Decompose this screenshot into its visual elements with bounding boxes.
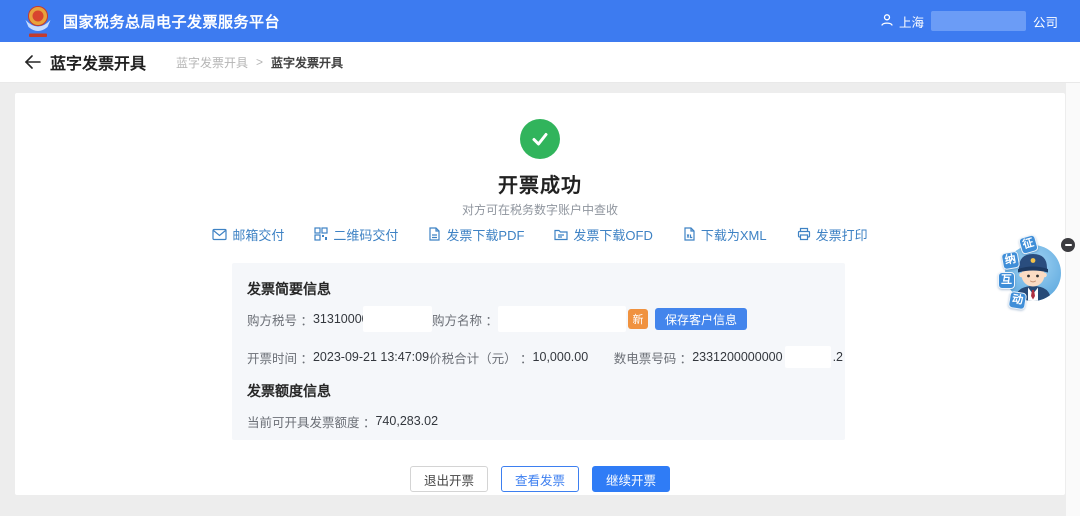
continue-invoicing-button[interactable]: 继续开票 (592, 466, 670, 492)
assistant-char-dong: 动 (1008, 291, 1027, 310)
action-label: 发票下载PDF (446, 225, 524, 244)
breadcrumb-current: 蓝字发票开具 (271, 54, 343, 71)
envelope-icon (212, 228, 227, 241)
breadcrumb-separator: > (256, 55, 263, 69)
app-header: 国家税务总局电子发票服务平台 上海 公司 (0, 0, 1080, 42)
pdf-doc-icon (428, 227, 441, 241)
invoice-time-label: 开票时间 ： (247, 348, 313, 367)
app-title: 国家税务总局电子发票服务平台 (63, 11, 280, 32)
action-label: 二维码交付 (333, 225, 398, 244)
buyer-tax-no-value: 31310000 (313, 312, 369, 326)
minimize-widget-button[interactable] (1061, 238, 1075, 252)
action-label: 发票下载OFD (573, 225, 652, 244)
qrcode-delivery-link[interactable]: 二维码交付 (314, 225, 398, 244)
footer-actions: 退出开票 查看发票 继续开票 (15, 466, 1065, 492)
xml-doc-icon (683, 227, 696, 241)
invoice-info-panel: 发票简要信息 购方税号 ： 31310000 购方名称 ： 新 保存客户信息 开… (232, 263, 845, 440)
digital-invoice-no-label: 数电票号码 ： (614, 348, 692, 367)
quota-value: 740,283.02 (375, 414, 438, 428)
download-pdf-link[interactable]: 发票下载PDF (428, 225, 524, 244)
result-card: 开票成功 对方可在税务数字账户中查收 邮箱交付 二维码交付 (15, 93, 1065, 495)
total-amount-label: 价税合计（元） ： (429, 348, 532, 367)
redacted-value (498, 306, 626, 332)
action-label: 邮箱交付 (232, 225, 284, 244)
exit-invoicing-button[interactable]: 退出开票 (410, 466, 488, 492)
quota-heading: 发票额度信息 (247, 381, 331, 401)
success-title: 开票成功 (15, 169, 1065, 198)
breadcrumb-parent[interactable]: 蓝字发票开具 (176, 54, 248, 71)
ofd-doc-icon (554, 228, 568, 241)
email-delivery-link[interactable]: 邮箱交付 (212, 225, 284, 244)
quota-label: 当前可开具发票额度 ： (247, 412, 375, 431)
digital-invoice-no-value: 2331200000000 (692, 350, 782, 364)
delivery-actions: 邮箱交付 二维码交付 发票下载PDF (15, 223, 1065, 245)
scrollbar-track[interactable] (1066, 83, 1080, 516)
buyer-tax-no-label: 购方税号 ： (247, 310, 313, 329)
redacted-value (363, 306, 432, 332)
summary-row-1: 购方税号 ： 31310000 购方名称 ： 新 保存客户信息 (247, 305, 833, 333)
save-customer-info-button[interactable]: 保存客户信息 (655, 308, 747, 330)
invoice-time-field: 开票时间 ： 2023-09-21 13:47:09 (247, 348, 429, 367)
minus-icon (1065, 244, 1072, 246)
qrcode-icon (314, 227, 328, 241)
view-invoice-button[interactable]: 查看发票 (501, 466, 579, 492)
breadcrumb-bar: 蓝字发票开具 蓝字发票开具 > 蓝字发票开具 (0, 42, 1080, 83)
invoice-time-value: 2023-09-21 13:47:09 (313, 350, 429, 364)
success-subtitle: 对方可在税务数字账户中查收 (15, 201, 1065, 218)
print-invoice-link[interactable]: 发票打印 (797, 225, 868, 244)
download-xml-link[interactable]: 下载为XML (683, 225, 767, 244)
success-check-icon (520, 119, 560, 159)
total-amount-field: 价税合计（元） ： 10,000.00 (429, 348, 614, 367)
digital-invoice-no-field: 数电票号码 ： 2331200000000 .2 (614, 346, 843, 368)
digital-invoice-no-tail: .2 (833, 350, 843, 364)
buyer-tax-no-field: 购方税号 ： 31310000 (247, 306, 432, 332)
download-ofd-link[interactable]: 发票下载OFD (554, 225, 652, 244)
assistant-char-na: 纳 (1001, 251, 1021, 271)
user-icon (880, 13, 894, 30)
back-button[interactable] (22, 52, 42, 72)
user-account[interactable]: 上海 公司 (880, 11, 1058, 31)
taxation-logo-icon (22, 4, 54, 38)
total-amount-value: 10,000.00 (533, 350, 589, 364)
summary-heading: 发票简要信息 (247, 279, 331, 299)
buyer-name-label: 购方名称 ： (432, 310, 498, 329)
tax-assistant-widget[interactable]: 征 纳 互 动 (998, 236, 1066, 318)
redacted-value (785, 346, 831, 368)
printer-icon (797, 227, 811, 241)
user-location: 上海 (899, 12, 924, 31)
summary-row-2: 开票时间 ： 2023-09-21 13:47:09 价税合计（元） ： 10,… (247, 345, 843, 369)
action-label: 发票打印 (816, 225, 868, 244)
buyer-name-field: 购方名称 ： (432, 306, 628, 332)
action-label: 下载为XML (701, 225, 767, 244)
assistant-char-hu: 互 (998, 272, 1015, 289)
quota-row: 当前可开具发票额度 ： 740,283.02 (247, 409, 438, 433)
page-title: 蓝字发票开具 (50, 50, 146, 74)
new-badge: 新 (628, 309, 648, 329)
breadcrumb: 蓝字发票开具 > 蓝字发票开具 (176, 54, 343, 71)
redacted-company-name (931, 11, 1026, 31)
user-company-suffix: 公司 (1033, 12, 1058, 31)
